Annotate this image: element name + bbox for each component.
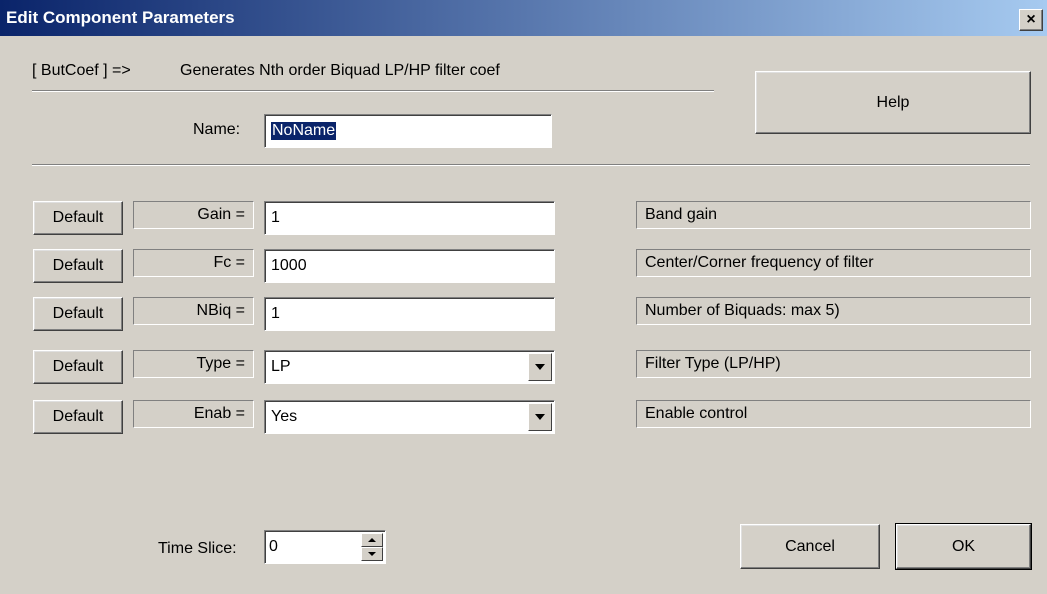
enab-select[interactable]: Yes xyxy=(264,400,555,434)
param-label-text: Enab = xyxy=(193,405,245,422)
type-select[interactable]: LP xyxy=(264,350,555,384)
default-button-enab[interactable]: Default xyxy=(33,400,123,434)
type-value: LP xyxy=(271,358,291,375)
nbiq-input[interactable]: 1 xyxy=(264,297,555,331)
gain-value: 1 xyxy=(271,209,280,226)
dropdown-button[interactable] xyxy=(528,403,552,431)
time-slice-label: Time Slice: xyxy=(158,540,237,557)
param-label-type: Type = xyxy=(133,350,254,378)
arrow-up-icon xyxy=(368,538,376,542)
default-button-nbiq[interactable]: Default xyxy=(33,297,123,331)
default-button-label: Default xyxy=(52,209,104,226)
component-tag: [ ButCoef ] => xyxy=(32,62,131,79)
default-button-label: Default xyxy=(52,305,104,322)
default-button-label: Default xyxy=(52,257,104,274)
header-divider xyxy=(32,90,714,92)
spin-down-button[interactable] xyxy=(361,547,383,561)
param-desc-text: Enable control xyxy=(645,405,748,422)
param-label-text: Fc = xyxy=(213,254,245,271)
param-label-text: NBiq = xyxy=(196,302,245,319)
gain-input[interactable]: 1 xyxy=(264,201,555,235)
enab-value: Yes xyxy=(271,408,298,425)
name-label: Name: xyxy=(193,121,241,138)
default-button-gain[interactable]: Default xyxy=(33,201,123,235)
default-button-label: Default xyxy=(52,358,104,375)
cancel-button[interactable]: Cancel xyxy=(740,524,880,569)
param-label-text: Gain = xyxy=(197,206,245,223)
arrow-down-icon xyxy=(368,552,376,556)
title-bar: Edit Component Parameters × xyxy=(0,0,1047,36)
name-divider xyxy=(32,164,1030,166)
param-desc-text: Band gain xyxy=(645,206,718,223)
spin-up-button[interactable] xyxy=(361,533,383,547)
ok-button[interactable]: OK xyxy=(895,523,1032,570)
param-desc-enab: Enable control xyxy=(636,400,1031,428)
param-label-text: Type = xyxy=(196,355,245,372)
param-desc-text: Number of Biquads: max 5) xyxy=(645,302,840,319)
param-label-enab: Enab = xyxy=(133,400,254,428)
close-button[interactable]: × xyxy=(1019,9,1043,31)
component-description: Generates Nth order Biquad LP/HP filter … xyxy=(180,62,500,79)
param-desc-fc: Center/Corner frequency of filter xyxy=(636,249,1031,277)
fc-input[interactable]: 1000 xyxy=(264,249,555,283)
name-input-value: NoName xyxy=(271,122,337,140)
param-label-gain: Gain = xyxy=(133,201,254,229)
fc-value: 1000 xyxy=(271,257,307,274)
cancel-label: Cancel xyxy=(785,537,835,555)
name-input[interactable]: NoName xyxy=(264,114,552,148)
param-desc-text: Center/Corner frequency of filter xyxy=(645,254,874,271)
close-icon: × xyxy=(1026,11,1036,28)
time-slice-spinner[interactable]: 0 xyxy=(264,530,386,564)
ok-label: OK xyxy=(951,537,976,555)
chevron-down-icon xyxy=(535,414,545,420)
default-button-label: Default xyxy=(52,408,104,425)
chevron-down-icon xyxy=(535,364,545,370)
spin-buttons xyxy=(361,533,383,561)
param-desc-gain: Band gain xyxy=(636,201,1031,229)
dropdown-button[interactable] xyxy=(528,353,552,381)
param-label-fc: Fc = xyxy=(133,249,254,277)
default-button-fc[interactable]: Default xyxy=(33,249,123,283)
param-desc-type: Filter Type (LP/HP) xyxy=(636,350,1031,378)
help-button[interactable]: Help xyxy=(755,71,1031,134)
help-button-label: Help xyxy=(876,93,910,111)
time-slice-value: 0 xyxy=(269,538,278,555)
nbiq-value: 1 xyxy=(271,305,280,322)
param-desc-text: Filter Type (LP/HP) xyxy=(645,355,781,372)
window-title: Edit Component Parameters xyxy=(6,8,235,27)
param-label-nbiq: NBiq = xyxy=(133,297,254,325)
param-desc-nbiq: Number of Biquads: max 5) xyxy=(636,297,1031,325)
default-button-type[interactable]: Default xyxy=(33,350,123,384)
